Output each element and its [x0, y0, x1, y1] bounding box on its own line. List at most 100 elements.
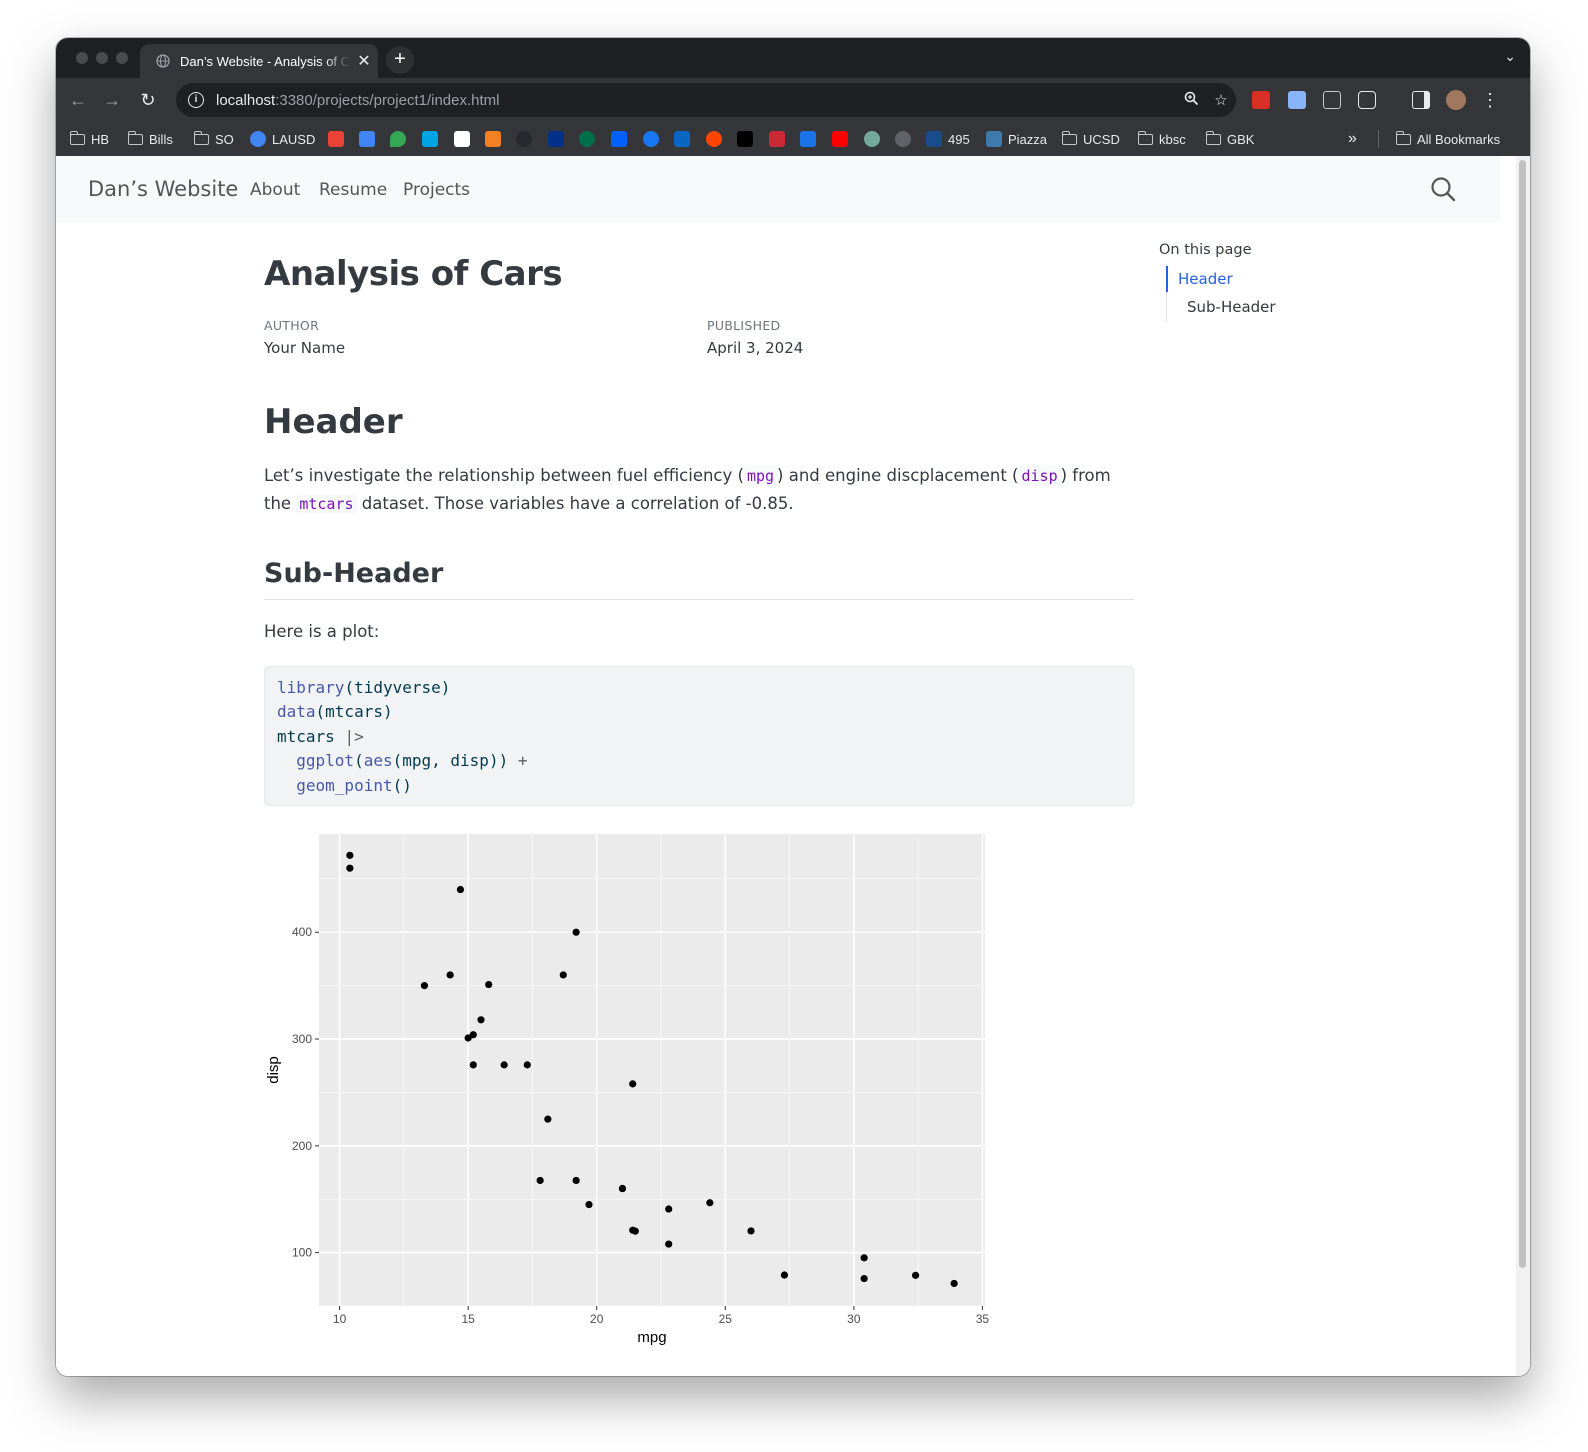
bookmark-youtube[interactable] — [832, 130, 854, 148]
code-line: data(mtcars) — [277, 702, 393, 722]
extension-lastpass-icon[interactable] — [1252, 91, 1270, 109]
toc-active-indicator — [1166, 266, 1168, 292]
bookmark-github[interactable] — [516, 130, 538, 148]
close-window-button[interactable] — [76, 52, 88, 64]
bookmark-m[interactable] — [800, 130, 822, 148]
paragraph-text: ) and engine discplacement ( — [777, 466, 1019, 485]
bookmark-stackoverflow[interactable] — [485, 130, 507, 148]
dropbox-icon — [611, 131, 627, 147]
bookmark-label: LAUSD — [272, 131, 316, 147]
bookmark-linkedin[interactable] — [674, 130, 696, 148]
x-axis-label: mpg — [637, 1329, 666, 1346]
forward-icon[interactable]: → — [102, 90, 122, 110]
data-point — [456, 885, 465, 894]
maximize-window-button[interactable] — [116, 52, 128, 64]
browser-tab[interactable]: Dan’s Website - Analysis of Cars ✕ — [140, 44, 378, 78]
extension-reader-icon[interactable] — [1323, 91, 1341, 109]
bookmark-amazon[interactable] — [454, 130, 476, 148]
intro-paragraph: Let’s investigate the relationship betwe… — [264, 462, 1134, 518]
scrollbar-thumb[interactable] — [1519, 160, 1526, 1268]
more-menu-icon[interactable]: ⋮ — [1480, 90, 1500, 110]
bookmark-folder-so[interactable]: SO — [193, 130, 234, 148]
address-bar[interactable]: i localhost:3380/projects/project1/index… — [176, 83, 1236, 117]
bookmarks-overflow-button[interactable]: » — [1348, 130, 1357, 148]
x-icon — [737, 131, 753, 147]
y-axis-label: disp — [265, 1056, 282, 1084]
nav-about-link[interactable]: About — [250, 180, 300, 200]
bookmark-calendar[interactable] — [359, 130, 381, 148]
data-point — [860, 1274, 868, 1283]
bookmarks-divider — [1378, 130, 1379, 148]
profile-avatar[interactable] — [1446, 90, 1466, 110]
bookmark-label: Bills — [149, 131, 173, 147]
extensions-puzzle-icon[interactable] — [1358, 91, 1376, 109]
toc-title: On this page — [1159, 242, 1252, 258]
data-point — [420, 982, 429, 990]
tab-title: Dan’s Website - Analysis of Cars — [180, 53, 350, 69]
bookmark-chatgpt[interactable] — [864, 130, 886, 148]
bookmark-piazza[interactable]: Piazza — [986, 130, 1047, 148]
nav-resume-link[interactable]: Resume — [319, 180, 387, 200]
folder-icon — [1395, 130, 1411, 145]
x-axis-ticks: 10 15 20 25 30 35 — [333, 1306, 989, 1326]
url-host: localhost — [216, 91, 276, 109]
data-point — [523, 1061, 531, 1069]
bookmark-zotero[interactable] — [769, 130, 791, 148]
search-icon[interactable] — [1430, 176, 1456, 202]
close-tab-icon[interactable]: ✕ — [350, 51, 378, 71]
minimize-window-button[interactable] — [96, 52, 108, 64]
back-icon[interactable]: ← — [68, 90, 88, 110]
data-point — [629, 1226, 637, 1234]
calendar-icon — [359, 131, 375, 147]
new-tab-button[interactable]: + — [386, 46, 414, 74]
bookmark-folder-ucsd[interactable]: UCSD — [1061, 130, 1120, 148]
paragraph-text: dataset. Those variables have a correlat… — [356, 494, 794, 513]
bookmark-paypal[interactable] — [548, 130, 570, 148]
bookmark-lausd[interactable]: LAUSD — [250, 130, 315, 148]
bookmark-x[interactable] — [737, 130, 759, 148]
site-brand-link[interactable]: Dan’s Website — [88, 177, 238, 201]
url-text[interactable]: localhost:3380/projects/project1/index.h… — [216, 92, 1176, 109]
nav-projects-link[interactable]: Projects — [403, 180, 470, 200]
x-tick-label: 25 — [719, 1312, 733, 1326]
code-line: library(tidyverse) — [277, 678, 451, 697]
extension-docs-icon[interactable] — [1288, 91, 1306, 109]
bookmark-starbucks[interactable] — [579, 130, 601, 148]
bookmark-folder-gbk[interactable]: GBK — [1205, 130, 1254, 148]
all-bookmarks-folder[interactable]: All Bookmarks — [1395, 130, 1501, 148]
bookmark-folder-kbsc[interactable]: kbsc — [1137, 130, 1186, 148]
toc-item-header[interactable]: Header — [1178, 270, 1233, 288]
bookmarks-bar: HB Bills SO LAUSD 495 Piazza UCSD kbsc G… — [56, 122, 1530, 156]
tab-search-icon[interactable]: ⌄ — [1504, 48, 1516, 65]
bookmark-dropbox[interactable] — [611, 130, 633, 148]
inline-code-mtcars: mtcars — [296, 494, 357, 514]
zoom-icon[interactable] — [1176, 91, 1206, 110]
bookmark-label: All Bookmarks — [1417, 131, 1501, 147]
site-info-icon[interactable]: i — [188, 92, 204, 108]
reload-icon[interactable]: ↻ — [138, 90, 158, 110]
code-block[interactable]: library(tidyverse) data(mtcars) mtcars |… — [264, 666, 1134, 806]
data-point — [911, 1271, 920, 1279]
y-tick-label: 300 — [292, 1032, 312, 1046]
gmail-icon — [328, 131, 344, 147]
bookmark-maps[interactable] — [390, 130, 412, 148]
bookmark-label: UCSD — [1083, 131, 1120, 147]
data-point — [629, 1080, 637, 1088]
bookmark-facebook[interactable] — [643, 130, 665, 148]
section-subheader: Sub-Header — [264, 558, 444, 589]
paragraph-text: Let’s investigate the relationship betwe… — [264, 466, 744, 485]
bookmark-dy[interactable] — [895, 130, 917, 148]
bookmark-label: SO — [215, 131, 234, 147]
toc-item-sub-header[interactable]: Sub-Header — [1187, 298, 1276, 316]
bookmark-folder-hb[interactable]: HB — [69, 130, 109, 148]
bookmark-reddit[interactable] — [706, 130, 728, 148]
data-point — [860, 1254, 868, 1262]
side-panel-icon[interactable] — [1412, 91, 1430, 109]
bookmark-folder-bills[interactable]: Bills — [127, 130, 173, 148]
bookmark-gmail[interactable] — [328, 130, 350, 148]
page-viewport: Dan’s Website About Resume Projects Anal… — [56, 156, 1530, 1376]
bookmark-star-icon[interactable]: ☆ — [1206, 91, 1236, 109]
bookmark-495[interactable]: 495 — [926, 130, 970, 148]
page-scrollbar[interactable] — [1516, 156, 1530, 1376]
bookmark-n[interactable] — [422, 130, 444, 148]
